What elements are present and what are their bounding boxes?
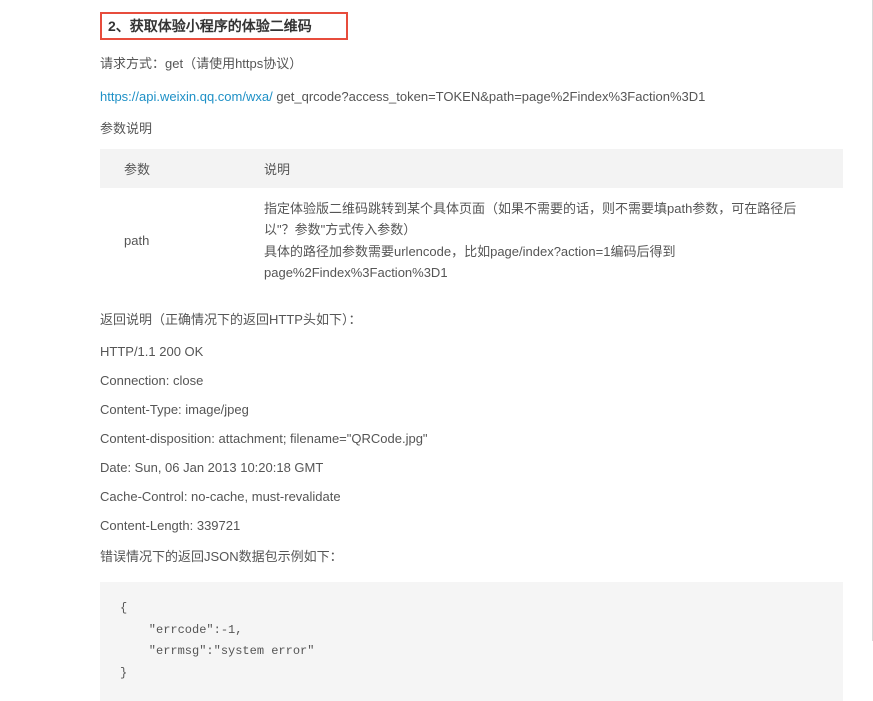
table-header-desc: 说明 bbox=[240, 149, 843, 188]
section-heading: 2、获取体验小程序的体验二维码 bbox=[100, 12, 348, 40]
error-code-block: { "errcode":-1, "errmsg":"system error" … bbox=[100, 582, 843, 700]
param-desc-cell: 指定体验版二维码跳转到某个具体页面（如果不需要的话，则不需要填path参数，可在… bbox=[240, 188, 843, 294]
api-rest-text: get_qrcode?access_token=TOKEN&path=page%… bbox=[273, 89, 706, 104]
error-label: 错误情况下的返回JSON数据包示例如下： bbox=[100, 547, 843, 568]
request-method-text: 请求方式：get（请使用https协议） bbox=[100, 54, 843, 75]
http-header-line: Cache-Control: no-cache, must-revalidate bbox=[100, 489, 843, 504]
table-header-param: 参数 bbox=[100, 149, 240, 188]
http-header-line: Connection: close bbox=[100, 373, 843, 388]
http-header-line: Content-Length: 339721 bbox=[100, 518, 843, 533]
http-header-line: Content-Type: image/jpeg bbox=[100, 402, 843, 417]
api-url-line: https://api.weixin.qq.com/wxa/ get_qrcod… bbox=[100, 89, 843, 104]
params-table: 参数 说明 path 指定体验版二维码跳转到某个具体页面（如果不需要的话，则不需… bbox=[100, 149, 843, 294]
param-desc-line2: 具体的路径加参数需要urlencode，比如page/index?action=… bbox=[264, 241, 819, 284]
param-section-label: 参数说明 bbox=[100, 118, 843, 137]
api-link[interactable]: https://api.weixin.qq.com/wxa/ bbox=[100, 89, 273, 104]
param-desc-line1: 指定体验版二维码跳转到某个具体页面（如果不需要的话，则不需要填path参数，可在… bbox=[264, 198, 819, 241]
param-name-cell: path bbox=[100, 188, 240, 294]
http-header-line: HTTP/1.1 200 OK bbox=[100, 344, 843, 359]
http-header-line: Date: Sun, 06 Jan 2013 10:20:18 GMT bbox=[100, 460, 843, 475]
table-row: path 指定体验版二维码跳转到某个具体页面（如果不需要的话，则不需要填path… bbox=[100, 188, 843, 294]
http-header-line: Content-disposition: attachment; filenam… bbox=[100, 431, 843, 446]
return-label: 返回说明（正确情况下的返回HTTP头如下）： bbox=[100, 310, 843, 331]
